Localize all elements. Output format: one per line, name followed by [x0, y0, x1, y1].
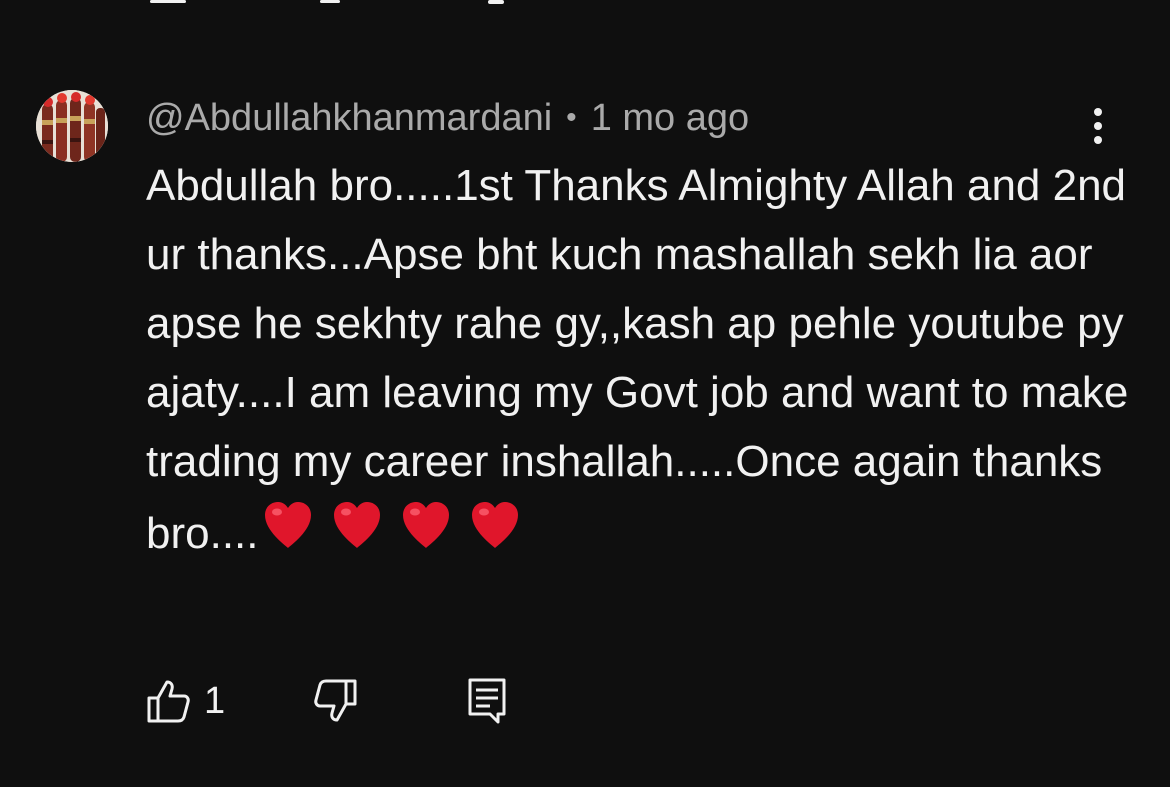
comment-time: 1 mo ago	[590, 96, 750, 139]
reply-button[interactable]	[464, 674, 512, 726]
heart-icon	[402, 502, 449, 548]
more-options-button[interactable]	[1076, 104, 1120, 148]
more-vertical-icon	[1094, 108, 1102, 144]
header-separator: •	[566, 101, 577, 134]
heart-icon	[264, 502, 311, 548]
comment-actions: 1	[0, 670, 1170, 730]
comment-text: Abdullah bro.....1st Thanks Almighty All…	[146, 151, 1136, 568]
thumbs-up-icon	[147, 680, 190, 723]
comment-header: @Abdullahkhanmardani • 1 mo ago	[146, 96, 749, 140]
heart-emoji-group: ❤️❤️❤️❤️	[259, 496, 535, 554]
thumbs-down-icon	[314, 679, 357, 722]
comment-item: @Abdullahkhanmardani • 1 mo ago Abdullah…	[0, 0, 1170, 787]
comment-author[interactable]: @Abdullahkhanmardani	[146, 97, 552, 140]
like-button[interactable]: 1	[146, 676, 236, 726]
avatar[interactable]	[36, 90, 108, 162]
avatar-image	[36, 90, 108, 162]
dislike-button[interactable]	[312, 676, 362, 726]
like-count: 1	[204, 680, 226, 722]
comment-reply-icon	[468, 678, 506, 724]
heart-icon	[333, 502, 380, 548]
heart-icon	[471, 502, 518, 548]
